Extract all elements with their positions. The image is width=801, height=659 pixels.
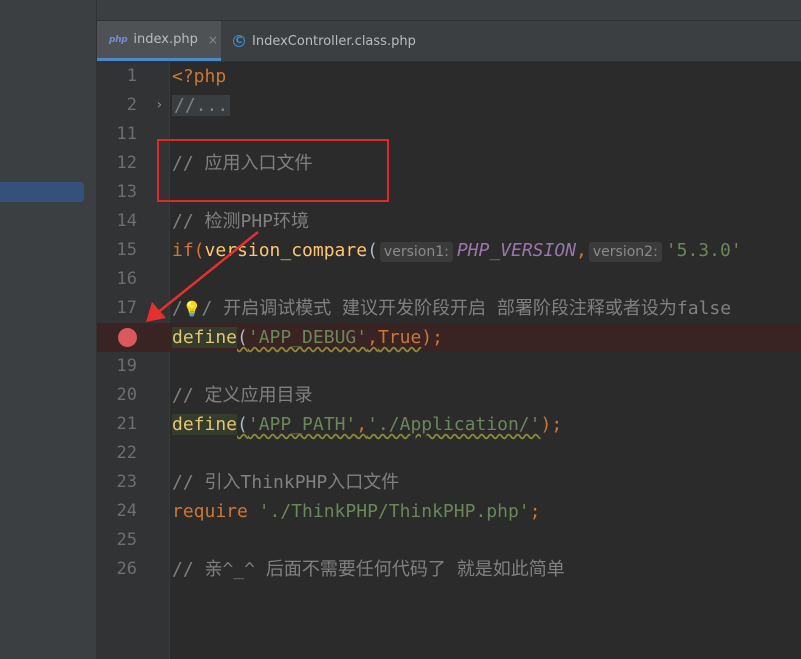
annotation-arrow-icon	[146, 231, 259, 322]
